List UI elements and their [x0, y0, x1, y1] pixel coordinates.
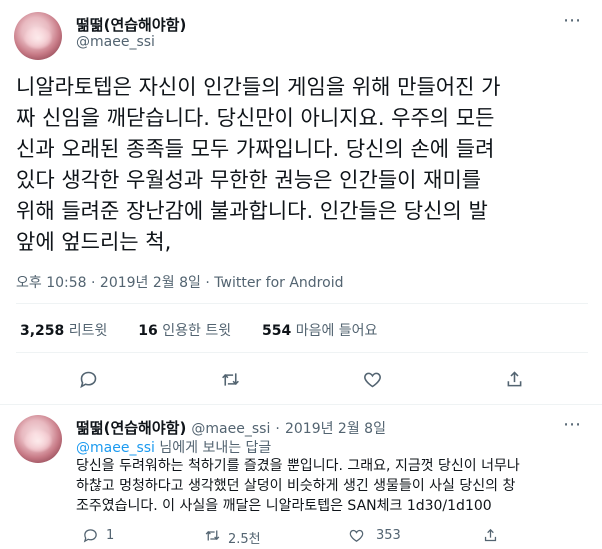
replying-to: @maee_ssi 님에게 보내는 답글 [76, 437, 271, 457]
separator: · [91, 275, 96, 291]
divider [16, 303, 588, 304]
share-icon[interactable] [504, 369, 525, 394]
replying-to-label: 님에게 보내는 답글 [159, 440, 272, 456]
reply-replies-count: 1 [106, 528, 115, 543]
reply-display-name[interactable]: 떪떪(연습해야함) [76, 419, 186, 437]
reply-retweets-count: 2.5천 [228, 532, 261, 547]
tweet-source[interactable]: Twitter for Android [214, 275, 343, 291]
likes-label: 마음에 들어요 [295, 323, 378, 339]
tweet-timestamp: 오후 10:58 · 2019년 2월 8일 · Twitter for And… [16, 272, 343, 292]
avatar[interactable] [14, 12, 62, 60]
quotes-count: 16 [138, 323, 158, 339]
likes-stat[interactable]: 554 마음에 들어요 [262, 323, 377, 339]
retweets-label: 리트윗 [68, 323, 108, 339]
reply-likes-count: 353 [376, 528, 401, 543]
separator: · [275, 421, 280, 437]
display-name[interactable]: 떪떪(연습해야함) [76, 14, 186, 35]
reply-text: 당신을 두려워하는 척하기를 즐겼을 뿐입니다. 그래요, 지금껏 당신이 너무… [76, 458, 520, 514]
tweet-text: 니알라토텝은 자신이 인간들의 게임을 위해 만들어진 가 짜 신임을 깨닫습니… [16, 75, 501, 254]
reply-retweet-icon[interactable] [204, 527, 221, 548]
reply-date[interactable]: 2019년 2월 8일 [285, 421, 386, 437]
retweets-count: 3,258 [20, 323, 65, 339]
tweet-date[interactable]: 2019년 2월 8일 [100, 275, 201, 291]
replying-to-handle[interactable]: @maee_ssi [76, 440, 155, 456]
divider [16, 352, 588, 353]
reply-share-icon[interactable] [482, 527, 499, 548]
separator: · [205, 275, 210, 291]
reply-reply-icon[interactable] [82, 527, 99, 548]
reply-like-icon[interactable] [348, 527, 365, 548]
user-handle[interactable]: @maee_ssi [76, 34, 155, 50]
like-icon[interactable] [362, 369, 383, 394]
reply-avatar[interactable] [14, 415, 62, 463]
stats-row: 3,258 리트윗 16 인용한 트윗 554 마음에 들어요 [20, 320, 377, 340]
likes-count: 554 [262, 323, 292, 339]
reply-header: 떪떪(연습해야함) @maee_ssi · 2019년 2월 8일 [76, 417, 386, 438]
divider [0, 404, 602, 405]
more-options-icon[interactable]: ⋯ [563, 10, 582, 31]
reply-more-options-icon[interactable]: ⋯ [563, 414, 582, 435]
quotes-stat[interactable]: 16 인용한 트윗 [138, 323, 235, 339]
reply-handle[interactable]: @maee_ssi [191, 421, 270, 437]
reply-icon[interactable] [78, 369, 99, 394]
tweet-time[interactable]: 오후 10:58 [16, 275, 87, 291]
retweet-icon[interactable] [220, 369, 241, 394]
retweets-stat[interactable]: 3,258 리트윗 [20, 323, 112, 339]
quotes-label: 인용한 트윗 [162, 323, 232, 339]
